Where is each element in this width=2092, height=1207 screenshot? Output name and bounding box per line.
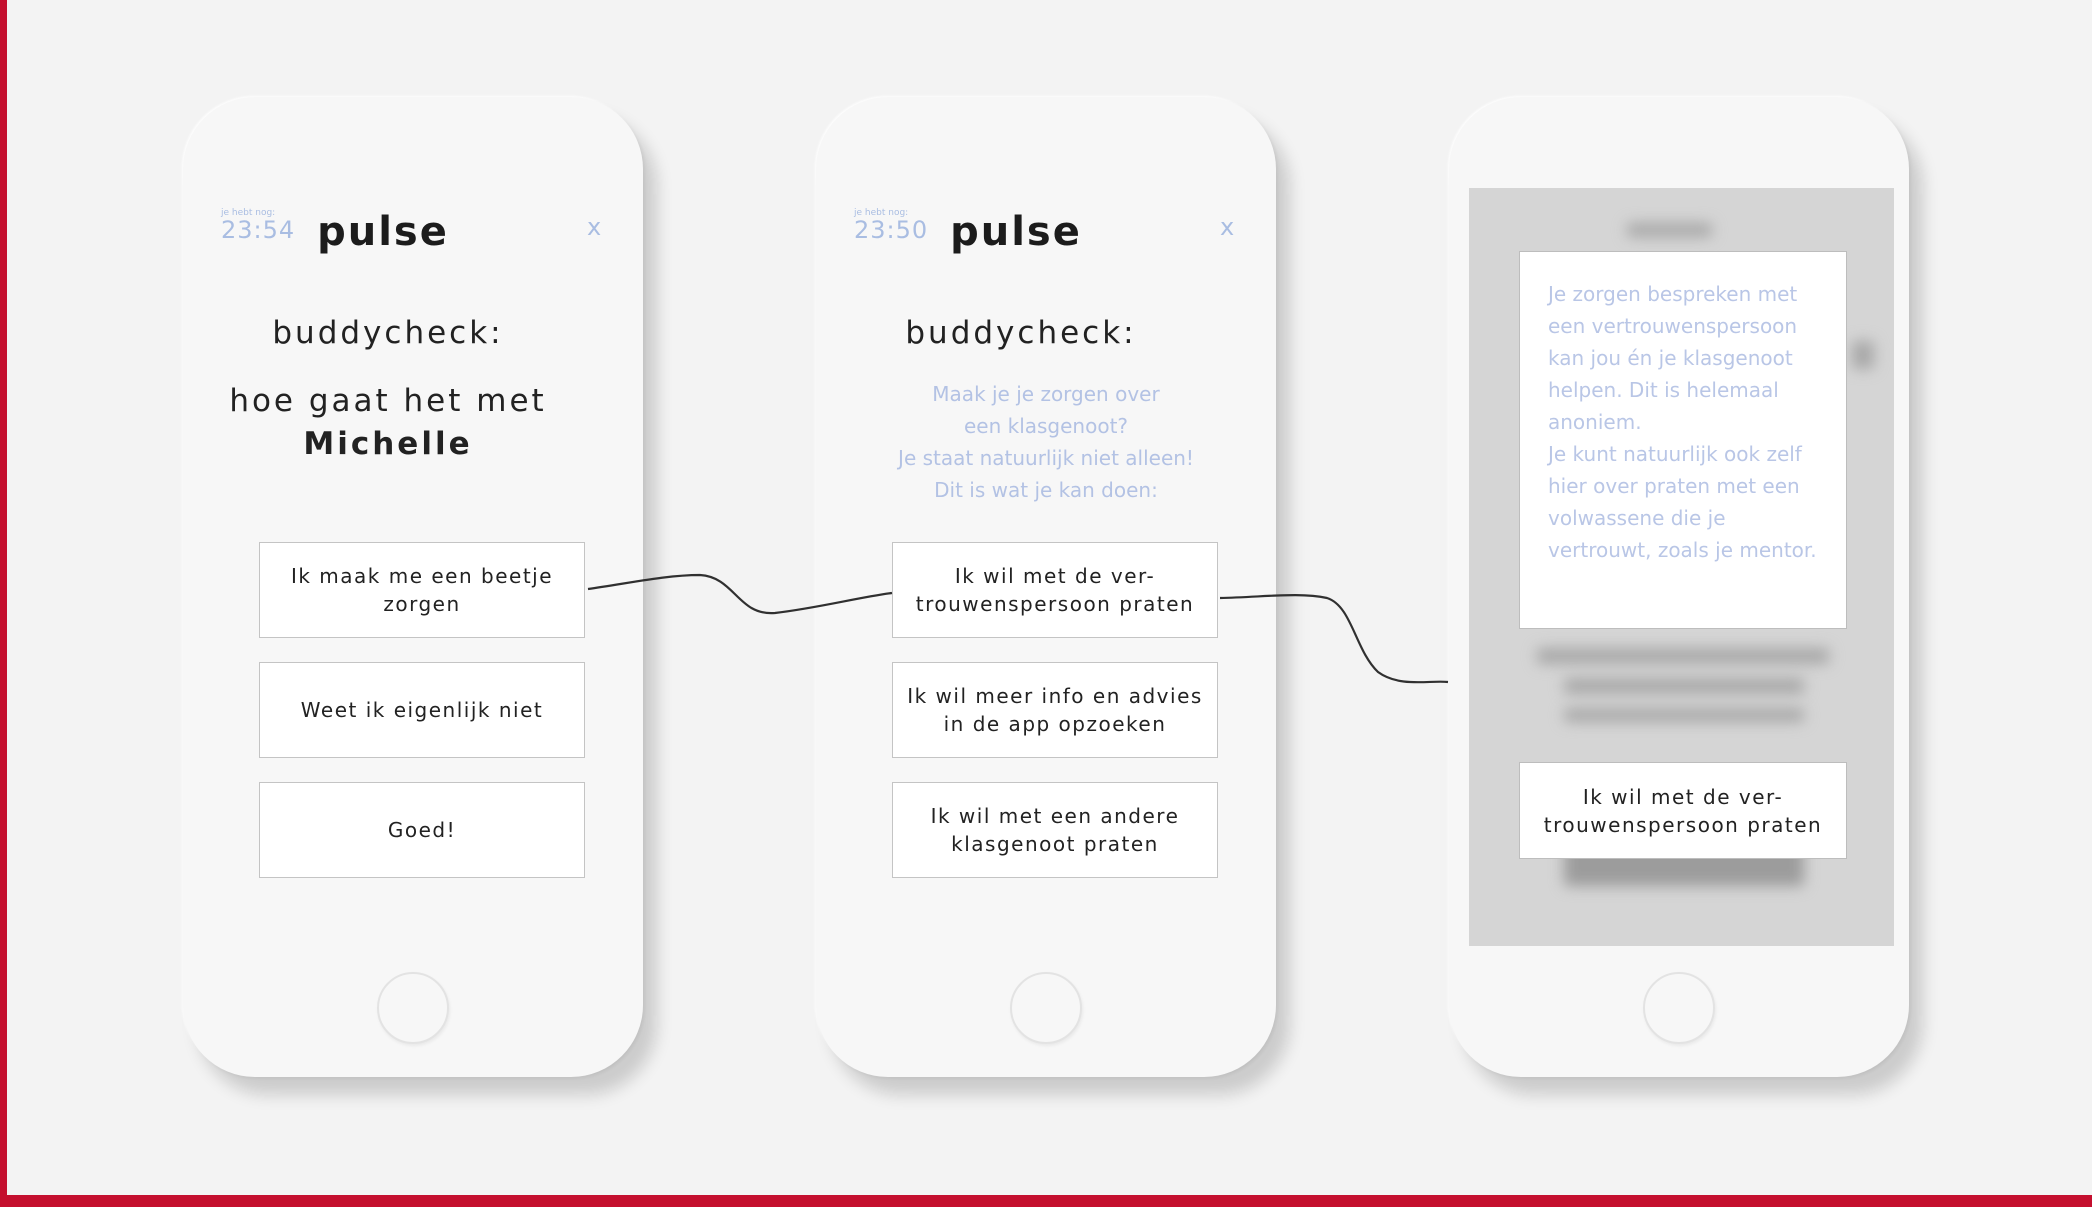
app-logo: pulse xyxy=(950,209,1082,255)
info-paragraph: Je kunt natuurlijk ook zelf hier over pr… xyxy=(1548,442,1817,562)
phone-mockup-1: je hebt nog: 23:54 pulse x buddycheck: h… xyxy=(183,97,643,1077)
blurred-background-title xyxy=(1627,223,1712,237)
info-paragraph: Je zorgen bespreken met een vertrouwensp… xyxy=(1548,282,1798,434)
frame-border-left xyxy=(0,0,7,1207)
close-icon[interactable]: x xyxy=(587,213,601,241)
info-text: Maak je je zorgen over een klasgenoot? J… xyxy=(816,378,1276,506)
info-line: Maak je je zorgen over xyxy=(932,382,1160,406)
blurred-background-text xyxy=(1564,708,1804,722)
frame-border-bottom xyxy=(0,1195,2092,1207)
option-button-more-info[interactable]: Ik wil meer info en advies in de app opz… xyxy=(892,662,1218,758)
info-line: Je staat natuurlijk niet alleen! xyxy=(898,446,1194,470)
option-button-other-classmate[interactable]: Ik wil met een andere klasgenoot praten xyxy=(892,782,1218,878)
buddy-name: Michelle xyxy=(303,426,473,462)
close-icon[interactable]: x xyxy=(1220,213,1234,241)
option-button-worried[interactable]: Ik maak me een beetje zorgen xyxy=(259,542,585,638)
blurred-background-text xyxy=(1537,648,1829,664)
home-button[interactable] xyxy=(1010,972,1082,1044)
blurred-background-text xyxy=(1564,678,1804,694)
screen-heading: buddycheck: xyxy=(272,315,504,351)
option-button-good[interactable]: Goed! xyxy=(259,782,585,878)
info-card: Je zorgen bespreken met een vertrouwensp… xyxy=(1519,251,1847,629)
question-text: hoe gaat het met xyxy=(229,383,547,419)
option-button-counselor[interactable]: Ik wil met de ver-trouwenspersoon praten xyxy=(1519,762,1847,859)
option-button-unsure[interactable]: Weet ik eigenlijk niet xyxy=(259,662,585,758)
home-button[interactable] xyxy=(1643,972,1715,1044)
blurred-background-element xyxy=(1852,341,1874,369)
screen-heading: buddycheck: xyxy=(905,315,1137,351)
home-button[interactable] xyxy=(377,972,449,1044)
phone-mockup-2: je hebt nog: 23:50 pulse x buddycheck: M… xyxy=(816,97,1276,1077)
info-line: Dit is wat je kan doen: xyxy=(934,478,1158,502)
phone-mockup-3: Je zorgen bespreken met een vertrouwensp… xyxy=(1449,97,1909,1077)
buddy-question: hoe gaat het met Michelle xyxy=(183,380,593,466)
modal-overlay: Je zorgen bespreken met een vertrouwensp… xyxy=(1469,188,1894,946)
app-logo: pulse xyxy=(317,209,449,255)
info-line: een klasgenoot? xyxy=(963,414,1129,438)
option-button-counselor[interactable]: Ik wil met de ver-trouwenspersoon praten xyxy=(892,542,1218,638)
